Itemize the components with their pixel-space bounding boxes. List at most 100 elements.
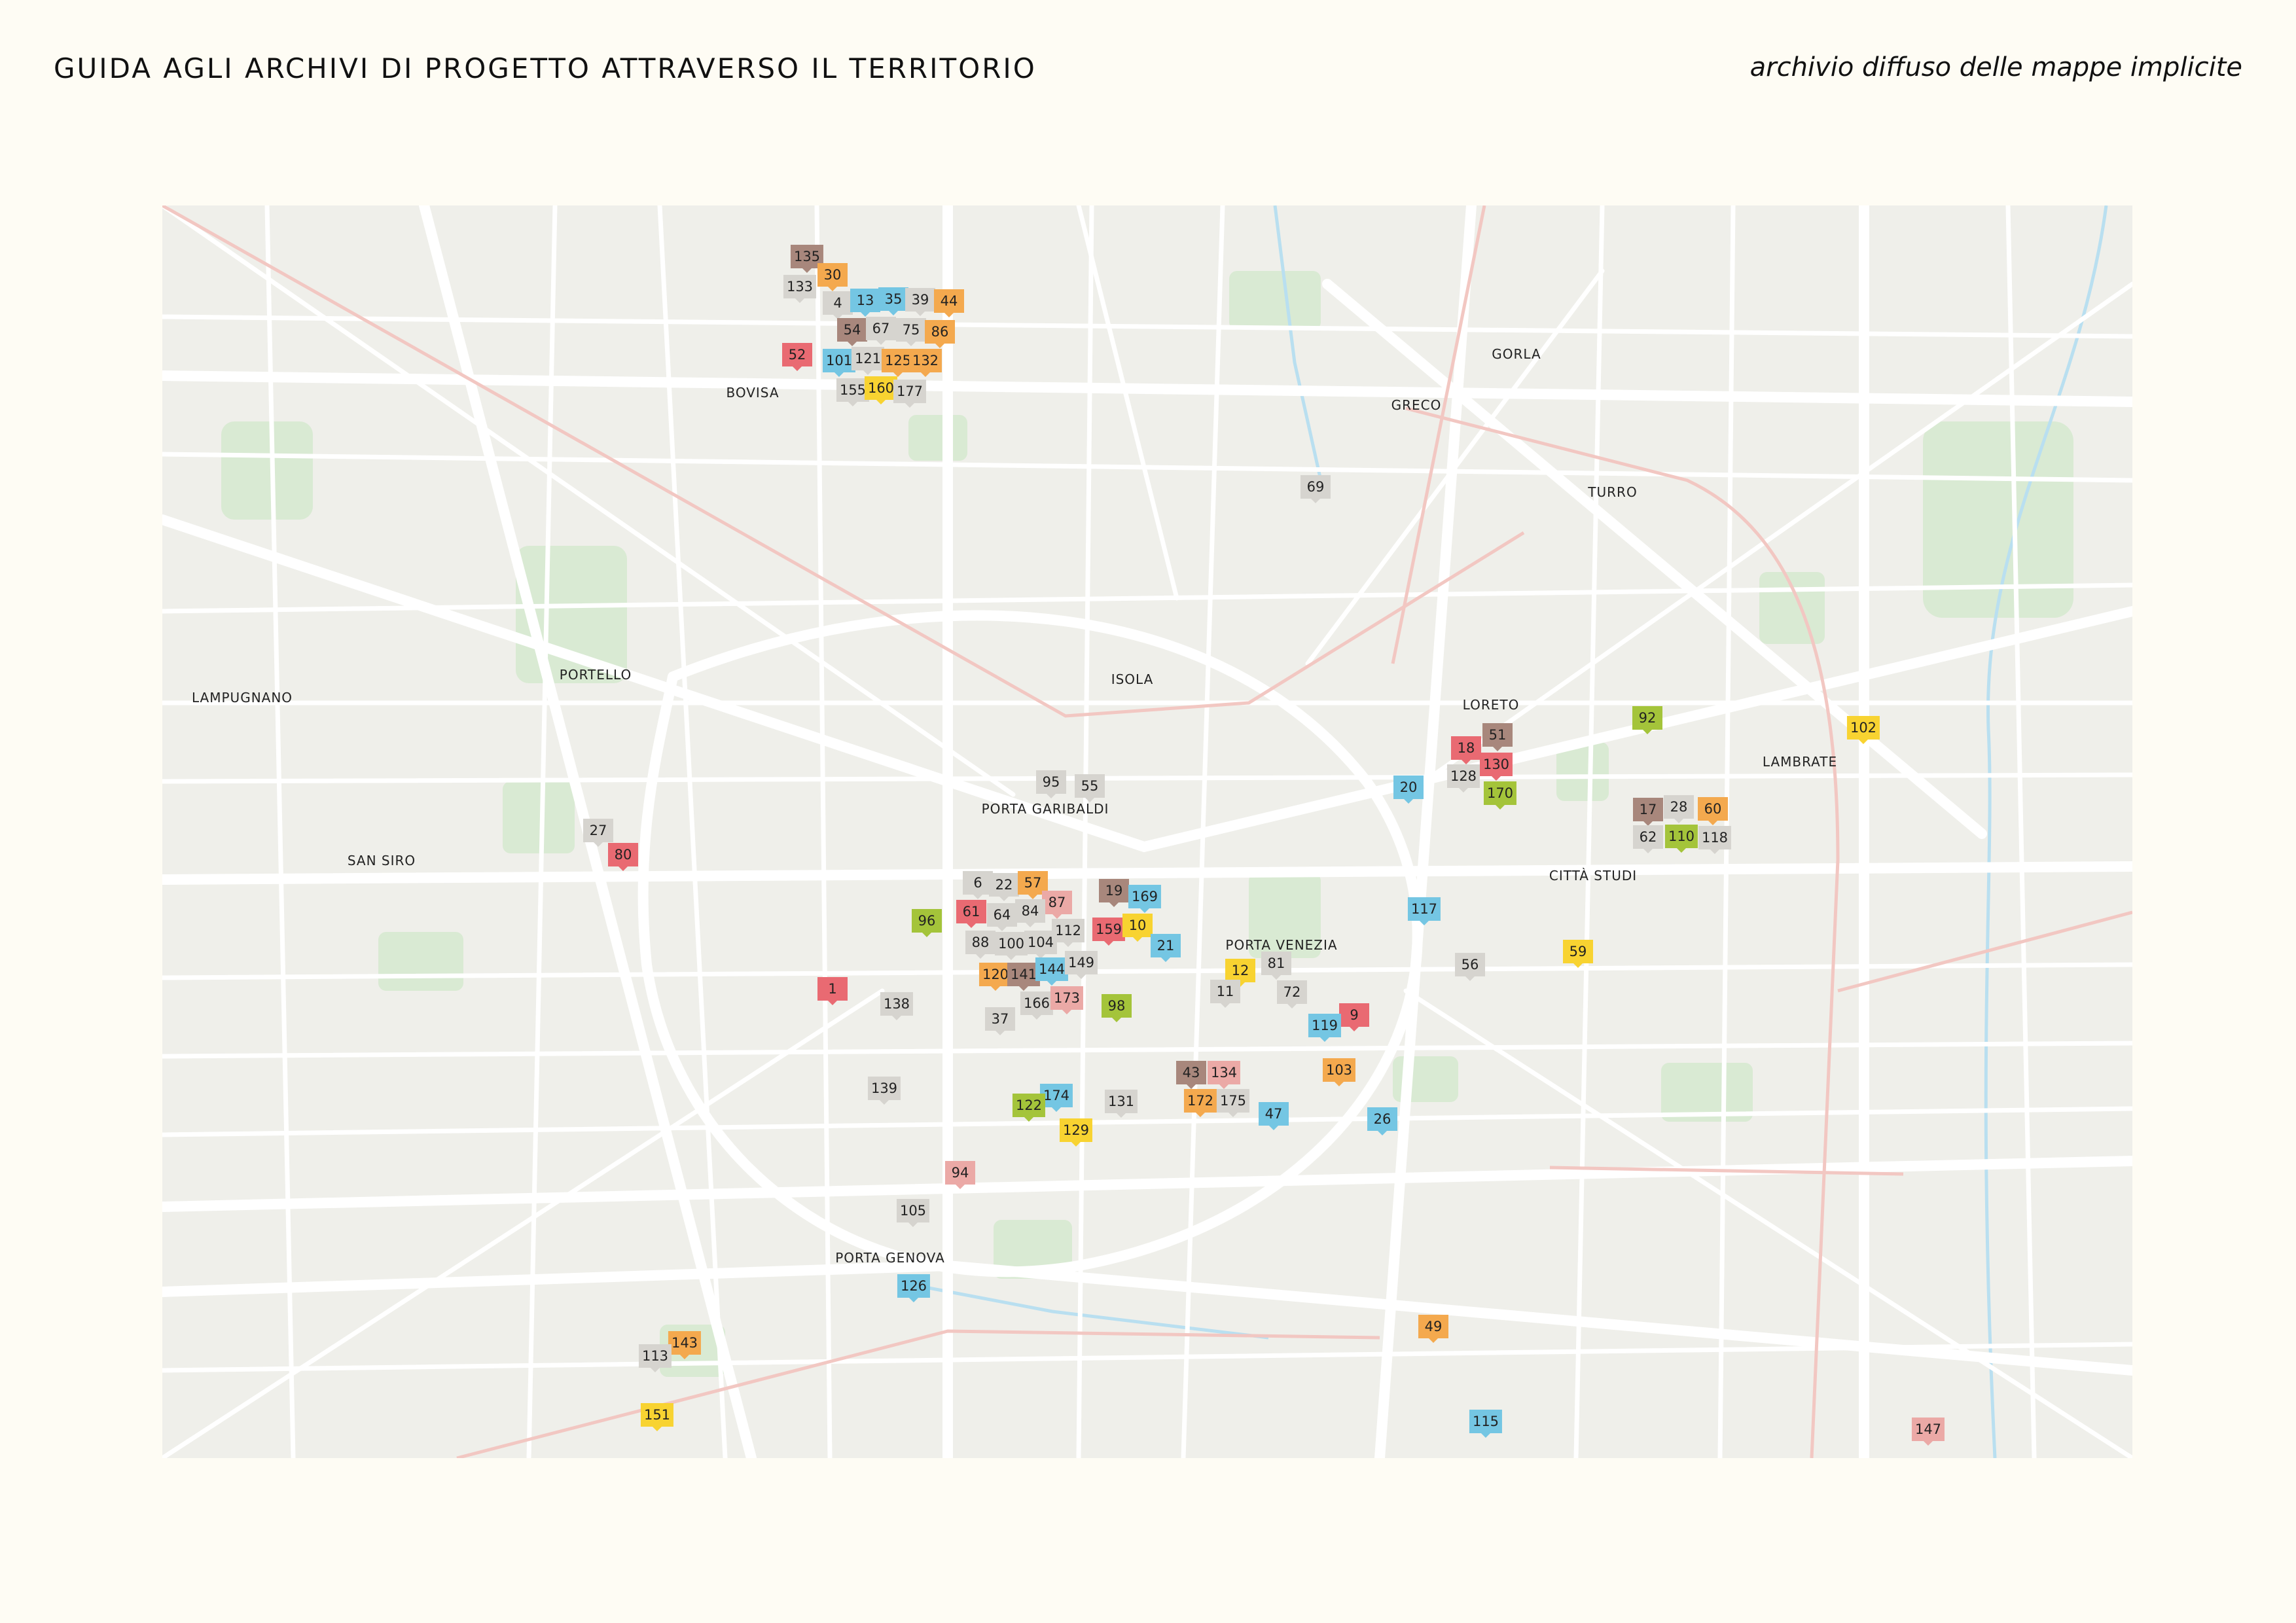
map-marker[interactable]: 87 <box>1042 891 1072 919</box>
map-marker[interactable]: 80 <box>608 843 638 871</box>
map-marker[interactable]: 18 <box>1451 736 1481 764</box>
map-marker[interactable]: 131 <box>1104 1090 1138 1118</box>
map-marker[interactable]: 149 <box>1064 951 1098 979</box>
district-label: SAN SIRO <box>347 853 416 868</box>
map-marker[interactable]: 117 <box>1407 897 1441 925</box>
map-marker[interactable]: 143 <box>668 1331 702 1359</box>
district-label: BOVISA <box>726 385 780 401</box>
district-label: LORETO <box>1462 697 1520 713</box>
map-marker[interactable]: 113 <box>638 1344 672 1372</box>
map-marker[interactable]: 37 <box>985 1007 1015 1035</box>
district-label: GRECO <box>1391 397 1442 413</box>
map-marker[interactable]: 13 <box>850 289 880 317</box>
map-marker[interactable]: 61 <box>956 900 986 928</box>
map-marker[interactable]: 60 <box>1698 797 1728 825</box>
map-marker[interactable]: 67 <box>866 317 896 345</box>
map-marker[interactable]: 103 <box>1322 1058 1356 1086</box>
map-marker[interactable]: 98 <box>1102 994 1132 1022</box>
map-marker[interactable]: 94 <box>945 1161 975 1189</box>
map-marker[interactable]: 115 <box>1469 1410 1503 1438</box>
map-marker[interactable]: 86 <box>925 320 955 348</box>
map-marker[interactable]: 52 <box>782 343 812 371</box>
map-marker[interactable]: 55 <box>1075 774 1105 802</box>
map-marker[interactable]: 169 <box>1128 885 1162 913</box>
map-marker[interactable]: 144 <box>1035 957 1069 986</box>
map-marker[interactable]: 44 <box>934 289 964 317</box>
map-marker[interactable]: 119 <box>1308 1014 1342 1042</box>
map-marker[interactable]: 12 <box>1225 959 1255 987</box>
map-marker[interactable]: 172 <box>1183 1089 1217 1117</box>
district-label: LAMPUGNANO <box>191 690 293 705</box>
map-marker[interactable]: 49 <box>1418 1315 1448 1343</box>
map-marker[interactable]: 4 <box>823 291 853 319</box>
map-marker[interactable]: 43 <box>1176 1061 1206 1089</box>
map-marker[interactable]: 177 <box>893 380 927 408</box>
map-marker[interactable]: 27 <box>583 819 613 847</box>
map-marker[interactable]: 54 <box>837 318 867 346</box>
map-marker[interactable]: 10 <box>1122 914 1153 942</box>
map-marker[interactable]: 51 <box>1482 723 1513 751</box>
map-marker[interactable]: 30 <box>817 263 848 291</box>
map-marker[interactable]: 151 <box>640 1403 674 1431</box>
map-marker[interactable]: 59 <box>1563 940 1593 968</box>
map-marker[interactable]: 39 <box>905 288 935 316</box>
map-marker[interactable]: 173 <box>1050 986 1084 1014</box>
map-marker[interactable]: 160 <box>864 376 898 404</box>
map-marker[interactable]: 110 <box>1664 825 1698 853</box>
map-marker[interactable]: 96 <box>912 909 942 937</box>
map-marker[interactable]: 134 <box>1207 1061 1241 1089</box>
map-marker[interactable]: 72 <box>1277 980 1307 1008</box>
map-marker[interactable]: 130 <box>1479 753 1513 781</box>
district-label: GORLA <box>1492 346 1541 362</box>
map-marker[interactable]: 118 <box>1698 826 1732 854</box>
map-marker[interactable]: 92 <box>1632 706 1662 734</box>
map-base <box>162 205 2132 1458</box>
map-marker[interactable]: 19 <box>1099 879 1129 907</box>
map-marker[interactable]: 75 <box>896 318 926 346</box>
map-marker[interactable]: 104 <box>1024 931 1058 959</box>
map-marker[interactable]: 47 <box>1259 1102 1289 1130</box>
map-marker[interactable]: 22 <box>989 873 1019 901</box>
map-marker[interactable]: 9 <box>1339 1003 1369 1031</box>
map-marker[interactable]: 11 <box>1210 980 1240 1008</box>
map-marker[interactable]: 56 <box>1455 953 1485 981</box>
map-marker[interactable]: 81 <box>1261 952 1291 980</box>
map-marker[interactable]: 122 <box>1012 1094 1046 1122</box>
map-marker[interactable]: 88 <box>965 931 996 959</box>
map-marker[interactable]: 133 <box>783 275 817 303</box>
map-marker[interactable]: 35 <box>878 287 908 315</box>
page-subtitle: archivio diffuso delle mappe implicite <box>1749 52 2242 82</box>
map-marker[interactable]: 121 <box>851 347 885 375</box>
map-marker[interactable]: 128 <box>1446 764 1480 793</box>
map-marker[interactable]: 1 <box>817 977 848 1005</box>
map-marker[interactable]: 105 <box>896 1199 930 1227</box>
map-marker[interactable]: 129 <box>1059 1118 1093 1147</box>
map-marker[interactable]: 21 <box>1151 934 1181 962</box>
map-marker[interactable]: 126 <box>897 1274 931 1302</box>
map-marker[interactable]: 64 <box>987 903 1017 931</box>
map-marker[interactable]: 69 <box>1300 475 1331 503</box>
city-map[interactable]: BOVISA GORLA GRECO TURRO ISOLA LORETO LAMPUGNA… <box>162 205 2132 1458</box>
district-label: CITTÀ STUDI <box>1549 868 1638 883</box>
map-marker[interactable]: 159 <box>1092 918 1126 946</box>
map-marker[interactable]: 17 <box>1633 798 1663 826</box>
map-marker[interactable]: 102 <box>1846 716 1880 744</box>
district-label: PORTELLO <box>559 667 632 683</box>
map-marker[interactable]: 147 <box>1911 1418 1945 1446</box>
map-marker[interactable]: 20 <box>1393 776 1424 804</box>
map-marker[interactable]: 62 <box>1633 825 1663 853</box>
map-marker[interactable]: 101 <box>822 349 856 377</box>
district-label: ISOLA <box>1111 671 1154 687</box>
map-marker[interactable]: 100 <box>994 932 1028 960</box>
map-marker[interactable]: 138 <box>880 992 914 1020</box>
map-marker[interactable]: 28 <box>1664 795 1694 823</box>
map-marker[interactable]: 84 <box>1015 899 1045 927</box>
map-marker[interactable]: 95 <box>1036 770 1066 798</box>
map-marker[interactable]: 26 <box>1367 1107 1397 1135</box>
map-marker[interactable]: 175 <box>1216 1089 1250 1117</box>
map-marker[interactable]: 132 <box>908 349 942 377</box>
map-marker[interactable]: 139 <box>867 1077 901 1105</box>
map-marker[interactable]: 166 <box>1020 991 1054 1020</box>
map-marker[interactable]: 170 <box>1483 781 1517 810</box>
district-label: LAMBRATE <box>1762 754 1838 770</box>
